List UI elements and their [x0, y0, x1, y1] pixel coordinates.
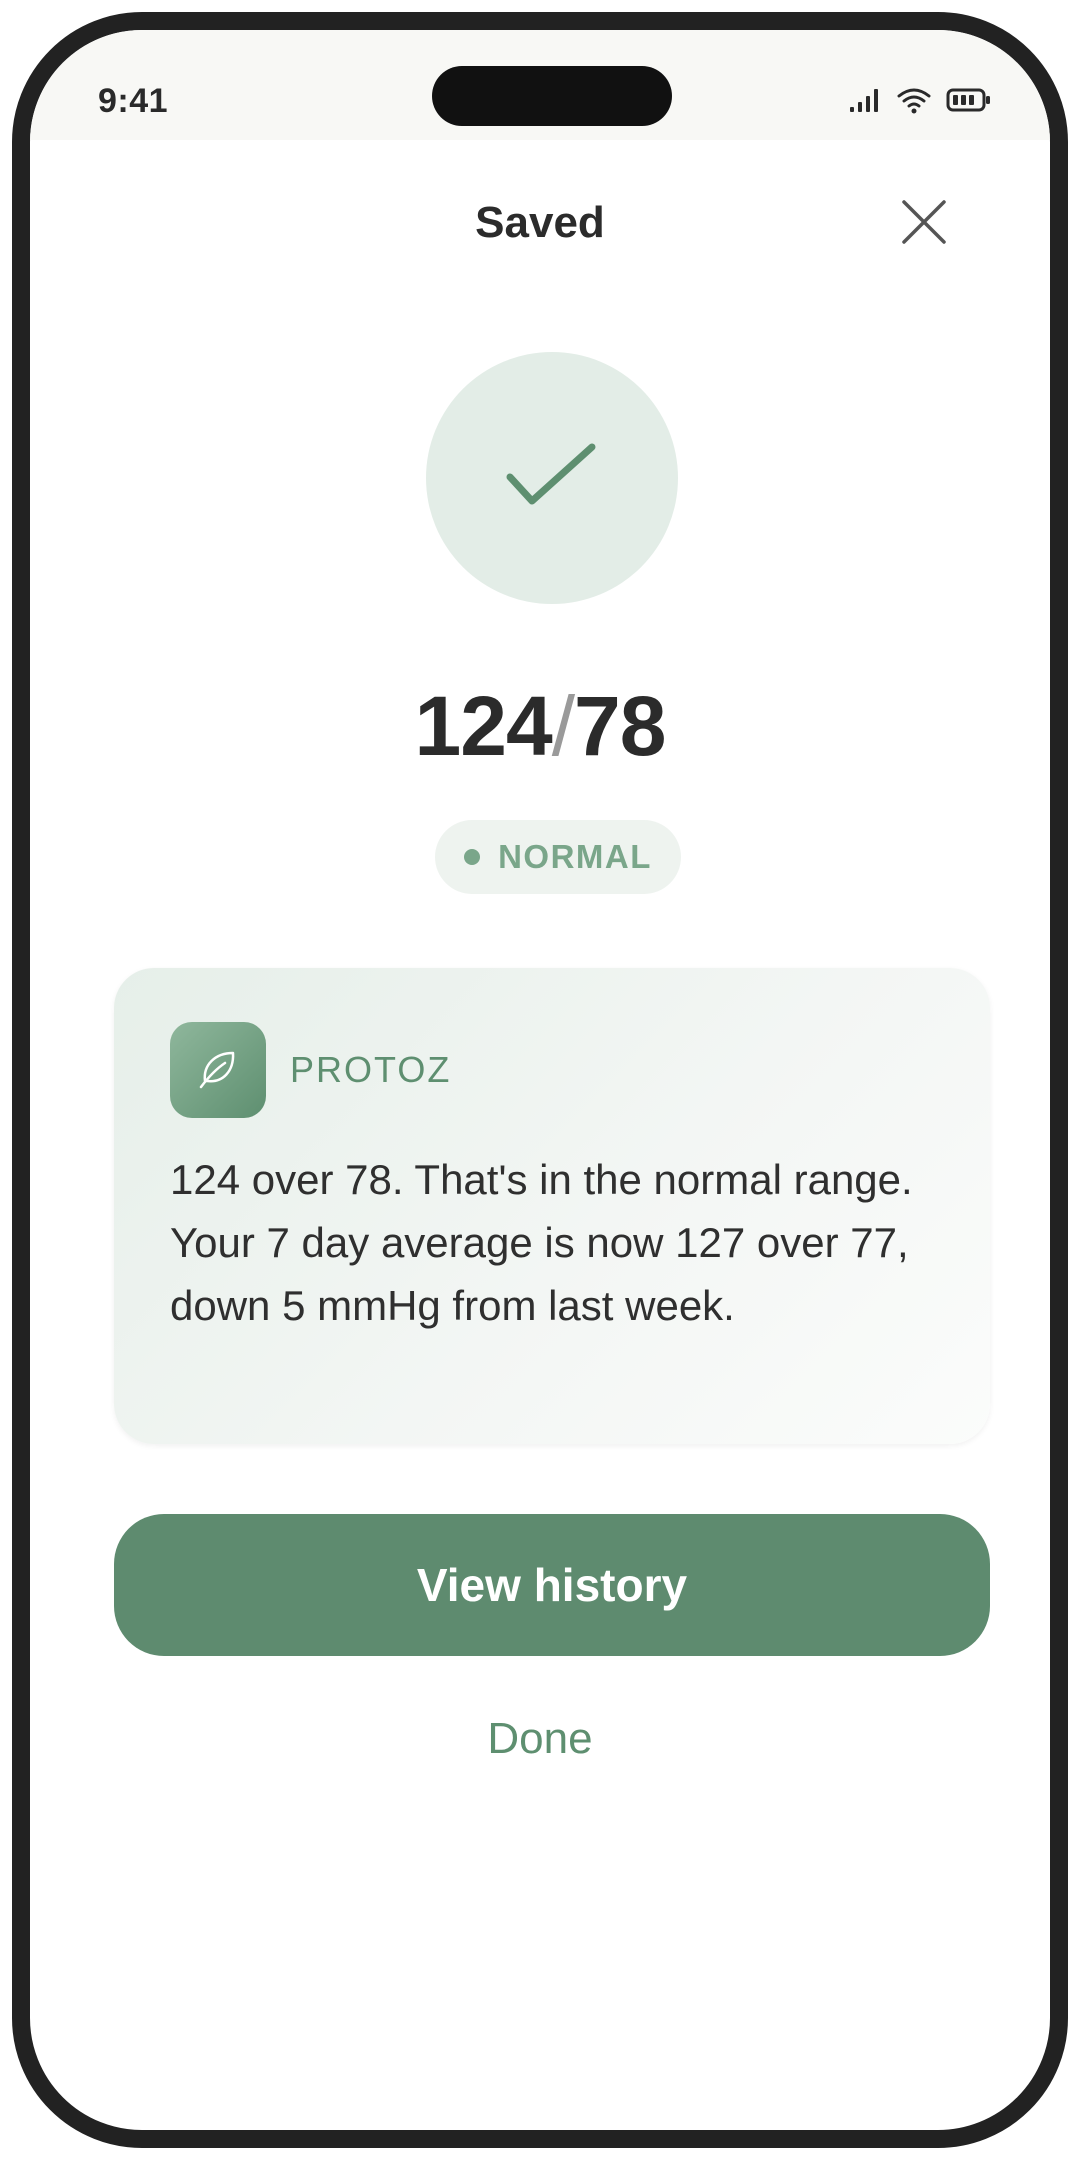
wifi-icon — [896, 86, 932, 119]
assistant-name: PROTOZ — [290, 1049, 452, 1090]
assistant-message: 124 over 78. That's in the normal range.… — [170, 1156, 913, 1329]
assistant-header: PROTOZ — [170, 1022, 934, 1118]
close-icon — [901, 199, 947, 250]
dynamic-island — [432, 66, 672, 126]
status-time: 9:41 — [98, 82, 169, 120]
view-history-button[interactable]: View history — [114, 1514, 990, 1656]
leaf-icon — [193, 1043, 243, 1098]
status-badge-label: NORMAL — [498, 838, 652, 875]
reading-separator: / — [551, 679, 575, 773]
diastolic-value: 78 — [574, 679, 666, 773]
bp-reading: 124/78 — [30, 678, 1050, 775]
status-bar: 9:41 — [30, 30, 1050, 140]
success-indicator — [426, 352, 678, 604]
status-icons — [848, 86, 992, 119]
status-dot — [464, 849, 481, 865]
close-button[interactable] — [894, 194, 954, 254]
check-icon — [504, 441, 600, 516]
assistant-message-card: PROTOZ 124 over 78. That's in the normal… — [114, 968, 990, 1444]
assistant-avatar — [170, 1022, 266, 1118]
status-badge: NORMAL — [435, 820, 681, 894]
done-button[interactable]: Done — [30, 1714, 1050, 1764]
battery-icon — [946, 87, 992, 118]
signal-icon — [848, 87, 882, 118]
systolic-value: 124 — [414, 679, 553, 773]
phone-frame: 9:41 Saved 124/78 NORMAL PROTOZ 124 over… — [12, 12, 1068, 2148]
